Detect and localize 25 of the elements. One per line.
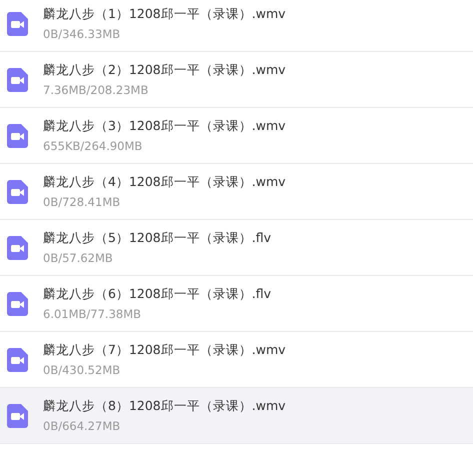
video-file-icon [7,236,28,260]
video-file-icon [7,180,28,204]
file-name: 麟龙八步（3）1208邱一平（录课）.wmv [43,118,286,135]
file-name: 麟龙八步（2）1208邱一平（录课）.wmv [43,62,286,79]
file-name: 麟龙八步（6）1208邱一平（录课）.flv [43,286,272,303]
download-progress: 655KB/264.90MB [43,139,144,153]
video-file-icon [7,68,28,92]
file-name: 麟龙八步（1）1208邱一平（录课）.wmv [43,6,286,23]
download-progress: 0B/664.27MB [43,419,122,433]
video-file-icon [7,124,28,148]
download-progress: 6.01MB/77.38MB [43,307,142,321]
file-name: 麟龙八步（8）1208邱一平（录课）.wmv [43,398,286,415]
download-progress: 0B/57.62MB [43,251,114,265]
download-progress: 7.36MB/208.23MB [43,83,150,97]
download-progress: 0B/728.41MB [43,195,122,209]
video-file-icon [7,292,28,316]
video-file-icon [7,348,28,372]
file-row[interactable]: 麟龙八步（8）1208邱一平（录课）.wmv 0B/664.27MB [0,388,473,444]
file-name: 麟龙八步（4）1208邱一平（录课）.wmv [43,174,286,191]
download-progress: 0B/346.33MB [43,27,122,41]
file-name: 麟龙八步（7）1208邱一平（录课）.wmv [43,342,286,359]
download-progress: 0B/430.52MB [43,363,122,377]
video-file-icon [7,12,28,36]
file-name: 麟龙八步（5）1208邱一平（录课）.flv [43,230,272,247]
video-file-icon [7,404,28,428]
